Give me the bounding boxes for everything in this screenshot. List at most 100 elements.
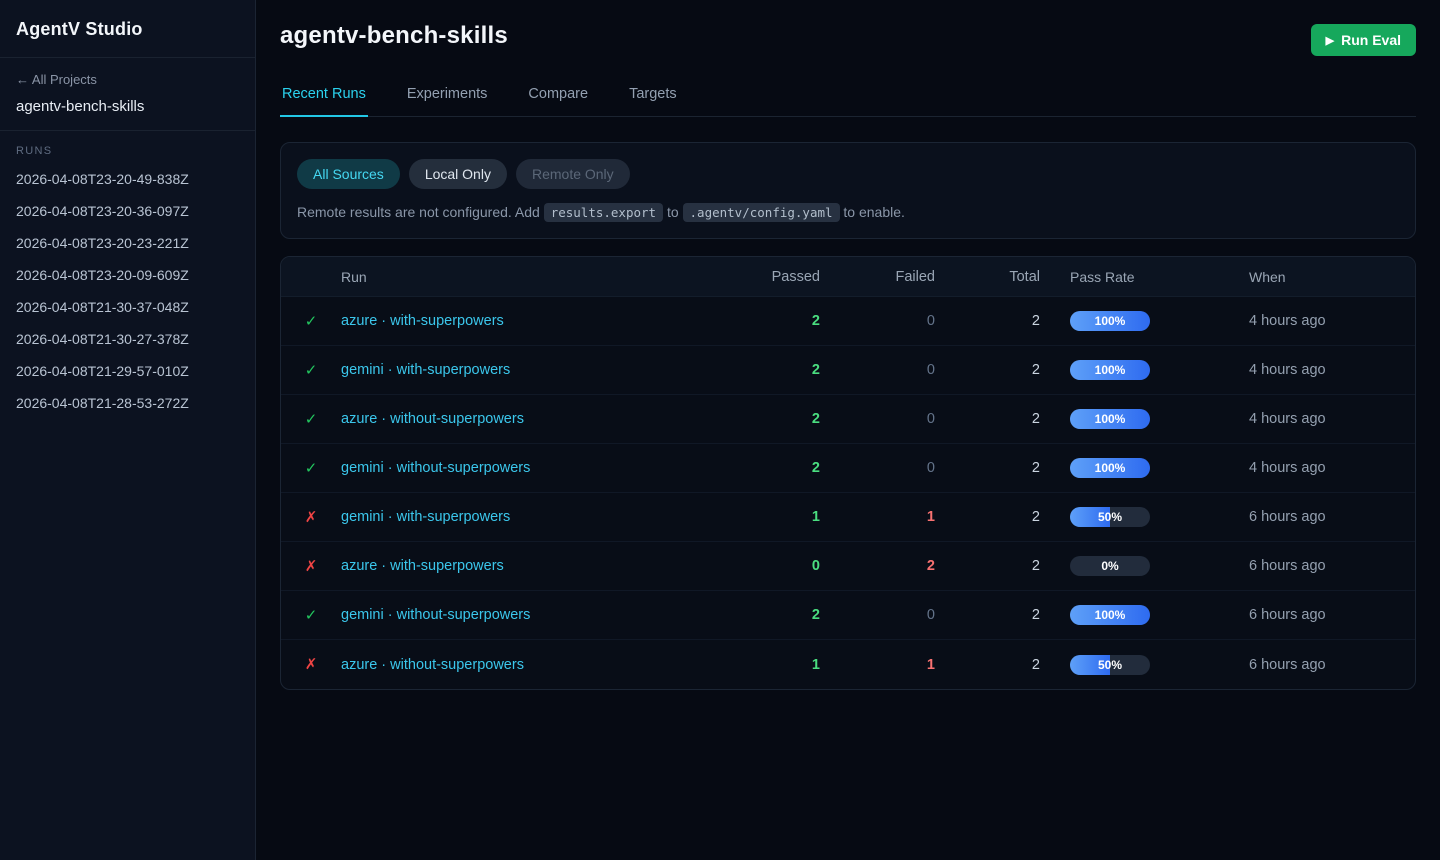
tab-recent-runs[interactable]: Recent Runs xyxy=(280,86,368,117)
table-row[interactable]: ✓ gemini · without-superpowers 2 0 2 100… xyxy=(281,591,1415,640)
pass-rate-label: 50% xyxy=(1098,658,1122,672)
run-link[interactable]: azure · with-superpowers xyxy=(341,313,504,329)
passed-count: 2 xyxy=(720,411,820,427)
passed-count: 2 xyxy=(720,313,820,329)
failed-count: 0 xyxy=(820,411,935,427)
when-text: 4 hours ago xyxy=(1248,362,1415,378)
filter-chip-remote-only: Remote Only xyxy=(516,159,630,189)
total-count: 2 xyxy=(935,313,1040,329)
failed-count: 0 xyxy=(820,607,935,623)
passed-count: 1 xyxy=(720,509,820,525)
table-row[interactable]: ✓ gemini · with-superpowers 2 0 2 100% 4… xyxy=(281,346,1415,395)
status-icon: ✓ xyxy=(305,460,318,477)
pass-rate-label: 100% xyxy=(1095,314,1126,328)
code-config-yaml: .agentv/config.yaml xyxy=(683,203,840,222)
remote-config-note: Remote results are not configured. Add r… xyxy=(297,204,1399,220)
passed-count: 2 xyxy=(720,460,820,476)
passed-count: 2 xyxy=(720,607,820,623)
sidebar-run-item[interactable]: 2026-04-08T23-20-09-609Z xyxy=(16,259,239,291)
sidebar-run-item[interactable]: 2026-04-08T23-20-23-221Z xyxy=(16,227,239,259)
run-eval-button[interactable]: ▶ Run Eval xyxy=(1311,24,1416,56)
pass-rate-pill: 100% xyxy=(1070,311,1150,331)
col-passed: Passed xyxy=(720,269,820,285)
run-link[interactable]: azure · with-superpowers xyxy=(341,558,504,574)
run-list: 2026-04-08T23-20-49-838Z2026-04-08T23-20… xyxy=(16,163,239,419)
failed-count: 0 xyxy=(820,460,935,476)
sidebar-run-item[interactable]: 2026-04-08T21-30-27-378Z xyxy=(16,323,239,355)
run-link[interactable]: gemini · with-superpowers xyxy=(341,509,510,525)
total-count: 2 xyxy=(935,460,1040,476)
filter-chip-local-only[interactable]: Local Only xyxy=(409,159,507,189)
status-icon: ✓ xyxy=(305,411,318,428)
run-link[interactable]: azure · without-superpowers xyxy=(341,657,524,673)
run-link[interactable]: gemini · without-superpowers xyxy=(341,607,530,623)
col-run: Run xyxy=(341,269,720,285)
failed-count: 2 xyxy=(820,558,935,574)
failed-count: 0 xyxy=(820,362,935,378)
pass-rate-pill: 100% xyxy=(1070,458,1150,478)
tab-experiments[interactable]: Experiments xyxy=(405,86,490,117)
pass-rate-pill: 50% xyxy=(1070,655,1150,675)
runs-table: Run Passed Failed Total Pass Rate When ✓… xyxy=(280,256,1416,690)
col-total: Total xyxy=(935,269,1040,285)
total-count: 2 xyxy=(935,362,1040,378)
status-icon: ✓ xyxy=(305,313,318,330)
failed-count: 1 xyxy=(820,509,935,525)
all-projects-link[interactable]: ← All Projects xyxy=(16,72,239,87)
table-row[interactable]: ✗ azure · with-superpowers 0 2 2 0% 6 ho… xyxy=(281,542,1415,591)
pass-rate-pill: 100% xyxy=(1070,605,1150,625)
tab-bar: Recent Runs Experiments Compare Targets xyxy=(280,86,1416,117)
filter-chip-all-sources[interactable]: All Sources xyxy=(297,159,400,189)
table-row[interactable]: ✓ azure · with-superpowers 2 0 2 100% 4 … xyxy=(281,297,1415,346)
passed-count: 1 xyxy=(720,657,820,673)
total-count: 2 xyxy=(935,657,1040,673)
status-icon: ✗ xyxy=(305,656,318,673)
pass-rate-pill: 100% xyxy=(1070,360,1150,380)
when-text: 6 hours ago xyxy=(1248,509,1415,525)
run-eval-label: Run Eval xyxy=(1341,32,1401,48)
note-middle: to xyxy=(667,204,679,220)
pass-rate-label: 100% xyxy=(1095,608,1126,622)
code-results-export: results.export xyxy=(544,203,663,222)
pass-rate-label: 100% xyxy=(1095,363,1126,377)
status-icon: ✓ xyxy=(305,362,318,379)
pass-rate-pill: 50% xyxy=(1070,507,1150,527)
run-link[interactable]: gemini · with-superpowers xyxy=(341,362,510,378)
tab-targets[interactable]: Targets xyxy=(627,86,679,117)
play-icon: ▶ xyxy=(1326,34,1334,47)
sidebar-project-name: agentv-bench-skills xyxy=(16,98,239,115)
run-link[interactable]: gemini · without-superpowers xyxy=(341,460,530,476)
table-row[interactable]: ✓ gemini · without-superpowers 2 0 2 100… xyxy=(281,444,1415,493)
when-text: 6 hours ago xyxy=(1248,607,1415,623)
total-count: 2 xyxy=(935,509,1040,525)
sidebar-run-item[interactable]: 2026-04-08T23-20-49-838Z xyxy=(16,163,239,195)
table-row[interactable]: ✗ gemini · with-superpowers 1 1 2 50% 6 … xyxy=(281,493,1415,542)
source-filter-panel: All Sources Local Only Remote Only Remote … xyxy=(280,142,1416,239)
passed-count: 0 xyxy=(720,558,820,574)
run-link[interactable]: azure · without-superpowers xyxy=(341,411,524,427)
note-suffix: to enable. xyxy=(843,204,905,220)
when-text: 4 hours ago xyxy=(1248,411,1415,427)
status-icon: ✓ xyxy=(305,607,318,624)
pass-rate-label: 50% xyxy=(1098,510,1122,524)
main-content: agentv-bench-skills ▶ Run Eval Recent Ru… xyxy=(256,0,1440,860)
sidebar-run-item[interactable]: 2026-04-08T21-28-53-272Z xyxy=(16,387,239,419)
sidebar: AgentV Studio ← All Projects agentv-benc… xyxy=(0,0,256,860)
page-title: agentv-bench-skills xyxy=(280,22,508,50)
sidebar-run-item[interactable]: 2026-04-08T21-29-57-010Z xyxy=(16,355,239,387)
when-text: 6 hours ago xyxy=(1248,558,1415,574)
total-count: 2 xyxy=(935,558,1040,574)
status-icon: ✗ xyxy=(305,558,318,575)
tab-compare[interactable]: Compare xyxy=(526,86,590,117)
table-row[interactable]: ✗ azure · without-superpowers 1 1 2 50% … xyxy=(281,640,1415,689)
table-row[interactable]: ✓ azure · without-superpowers 2 0 2 100%… xyxy=(281,395,1415,444)
pass-rate-label: 100% xyxy=(1095,412,1126,426)
when-text: 4 hours ago xyxy=(1248,460,1415,476)
col-pass-rate: Pass Rate xyxy=(1040,269,1248,285)
sidebar-run-item[interactable]: 2026-04-08T23-20-36-097Z xyxy=(16,195,239,227)
sidebar-run-item[interactable]: 2026-04-08T21-30-37-048Z xyxy=(16,291,239,323)
col-failed: Failed xyxy=(820,269,935,285)
passed-count: 2 xyxy=(720,362,820,378)
pass-rate-label: 0% xyxy=(1101,559,1118,573)
status-icon: ✗ xyxy=(305,509,318,526)
